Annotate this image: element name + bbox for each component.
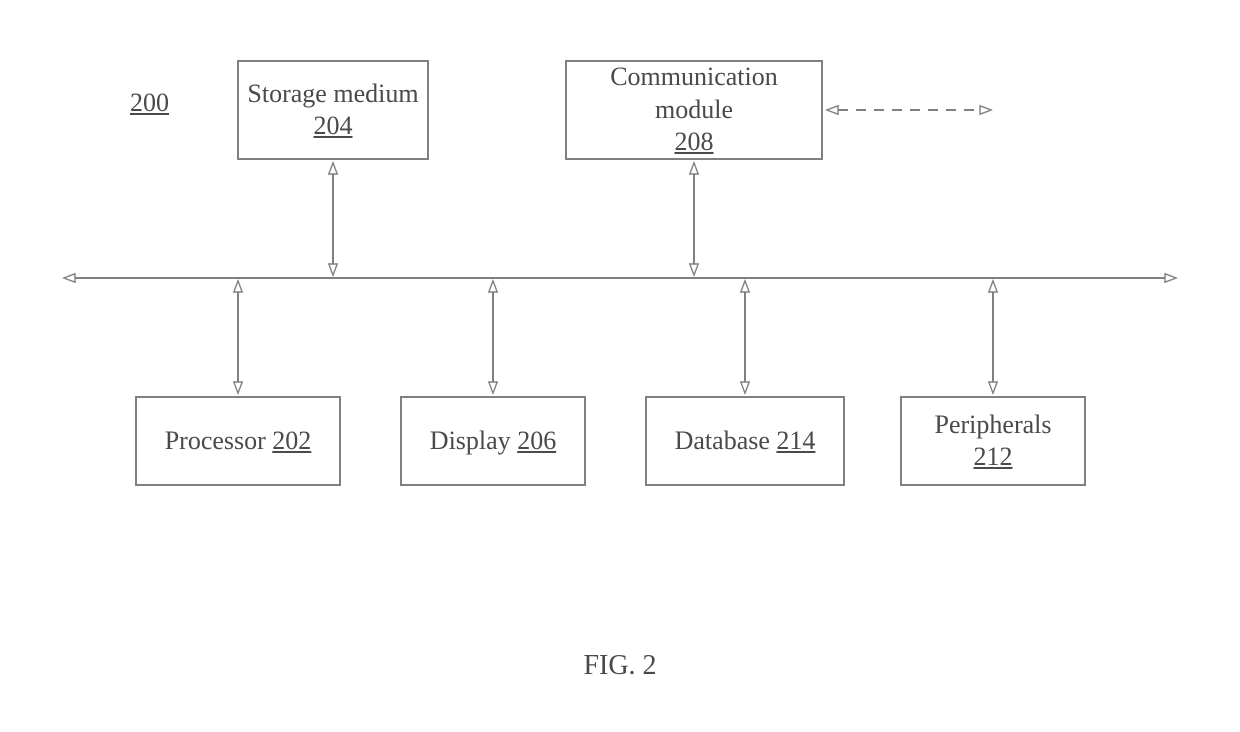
figure-ref-number: 200	[130, 88, 169, 118]
block-communication-module: Communication module 208	[565, 60, 823, 160]
block-storage-label: Storage medium	[247, 79, 418, 108]
block-processor: Processor 202	[135, 396, 341, 486]
block-comm-label: Communication module	[610, 62, 778, 124]
block-storage-num: 204	[313, 111, 352, 140]
figure-caption: FIG. 2	[0, 650, 1240, 682]
block-storage-medium: Storage medium 204	[237, 60, 429, 160]
block-peripherals: Peripherals 212	[900, 396, 1086, 486]
block-display-num: 206	[517, 426, 556, 455]
block-database-label: Database	[675, 426, 770, 455]
block-processor-num: 202	[272, 426, 311, 455]
block-periph-num: 212	[974, 442, 1013, 471]
block-database: Database 214	[645, 396, 845, 486]
block-comm-num: 208	[675, 127, 714, 156]
block-periph-label: Peripherals	[935, 410, 1052, 439]
block-database-num: 214	[776, 426, 815, 455]
block-display-label: Display	[430, 426, 511, 455]
block-processor-label: Processor	[165, 426, 266, 455]
block-display: Display 206	[400, 396, 586, 486]
diagram-canvas: 200 FIG. 2 Storage medium 204 Communicat…	[0, 0, 1240, 732]
